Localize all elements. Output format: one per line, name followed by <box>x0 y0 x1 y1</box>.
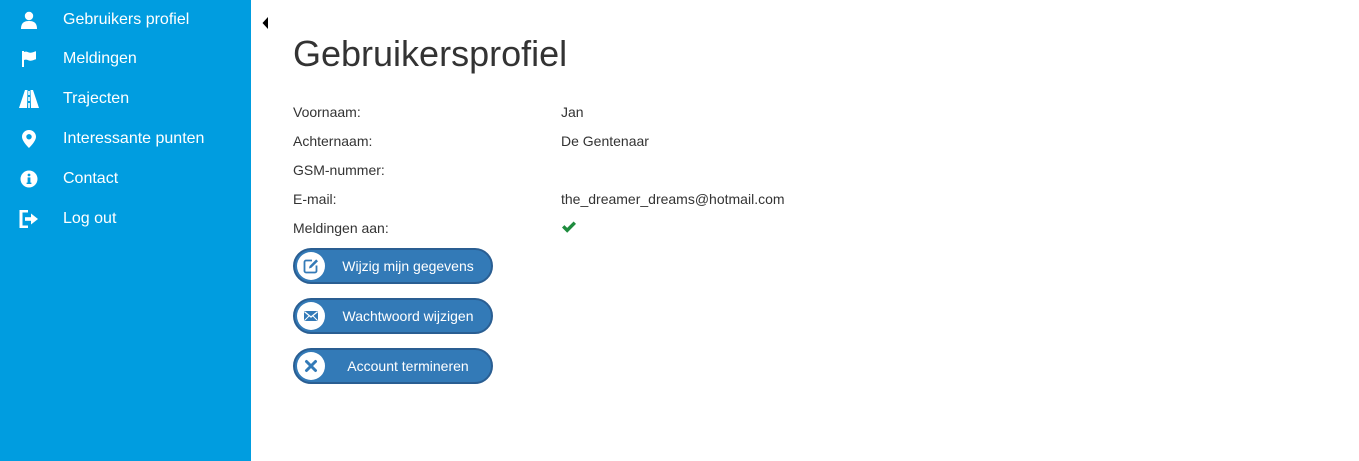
envelope-icon <box>297 302 325 330</box>
page-title: Gebruikersprofiel <box>293 33 568 74</box>
sidebar-item-label: Interessante punten <box>63 130 205 147</box>
button-label: Wachtwoord wijzigen <box>342 308 474 324</box>
road-icon <box>19 89 39 109</box>
caret-left-icon <box>262 17 268 29</box>
sidebar-item-label: Trajecten <box>63 90 130 107</box>
user-icon <box>19 10 39 30</box>
check-icon <box>561 219 577 235</box>
collapse-sidebar-button[interactable] <box>261 16 271 30</box>
terminate-account-button[interactable]: Account termineren <box>293 348 493 384</box>
change-password-button[interactable]: Wachtwoord wijzigen <box>293 298 493 334</box>
sidebar-item-gebruikers-profiel[interactable]: Gebruikers profiel <box>0 0 251 40</box>
edit-icon <box>297 252 325 280</box>
email-label: E-mail: <box>293 191 337 207</box>
last-name-label: Achternaam: <box>293 133 373 149</box>
sidebar-item-label: Gebruikers profiel <box>63 11 190 28</box>
info-icon <box>19 169 39 189</box>
first-name-value: Jan <box>561 104 584 120</box>
sidebar-item-meldingen[interactable]: Meldingen <box>0 39 251 79</box>
notifications-label: Meldingen aan: <box>293 220 389 236</box>
sidebar: Gebruikers profiel Meldingen Trajecten I… <box>0 0 251 461</box>
sidebar-item-label: Log out <box>63 210 117 227</box>
sidebar-item-log-out[interactable]: Log out <box>0 199 251 239</box>
flag-icon <box>19 49 39 69</box>
email-value: the_dreamer_dreams@hotmail.com <box>561 191 785 207</box>
close-icon <box>297 352 325 380</box>
map-marker-icon <box>19 129 39 149</box>
sidebar-item-interessante-punten[interactable]: Interessante punten <box>0 119 251 159</box>
edit-profile-button[interactable]: Wijzig mijn gegevens <box>293 248 493 284</box>
sidebar-item-trajecten[interactable]: Trajecten <box>0 79 251 119</box>
button-label: Account termineren <box>347 358 469 374</box>
phone-label: GSM-nummer: <box>293 162 385 178</box>
last-name-value: De Gentenaar <box>561 133 649 149</box>
sidebar-item-label: Contact <box>63 170 119 187</box>
sidebar-item-label: Meldingen <box>63 50 137 67</box>
first-name-label: Voornaam: <box>293 104 361 120</box>
sidebar-item-contact[interactable]: Contact <box>0 159 251 199</box>
logout-icon <box>19 209 39 229</box>
button-label: Wijzig mijn gegevens <box>342 258 474 274</box>
